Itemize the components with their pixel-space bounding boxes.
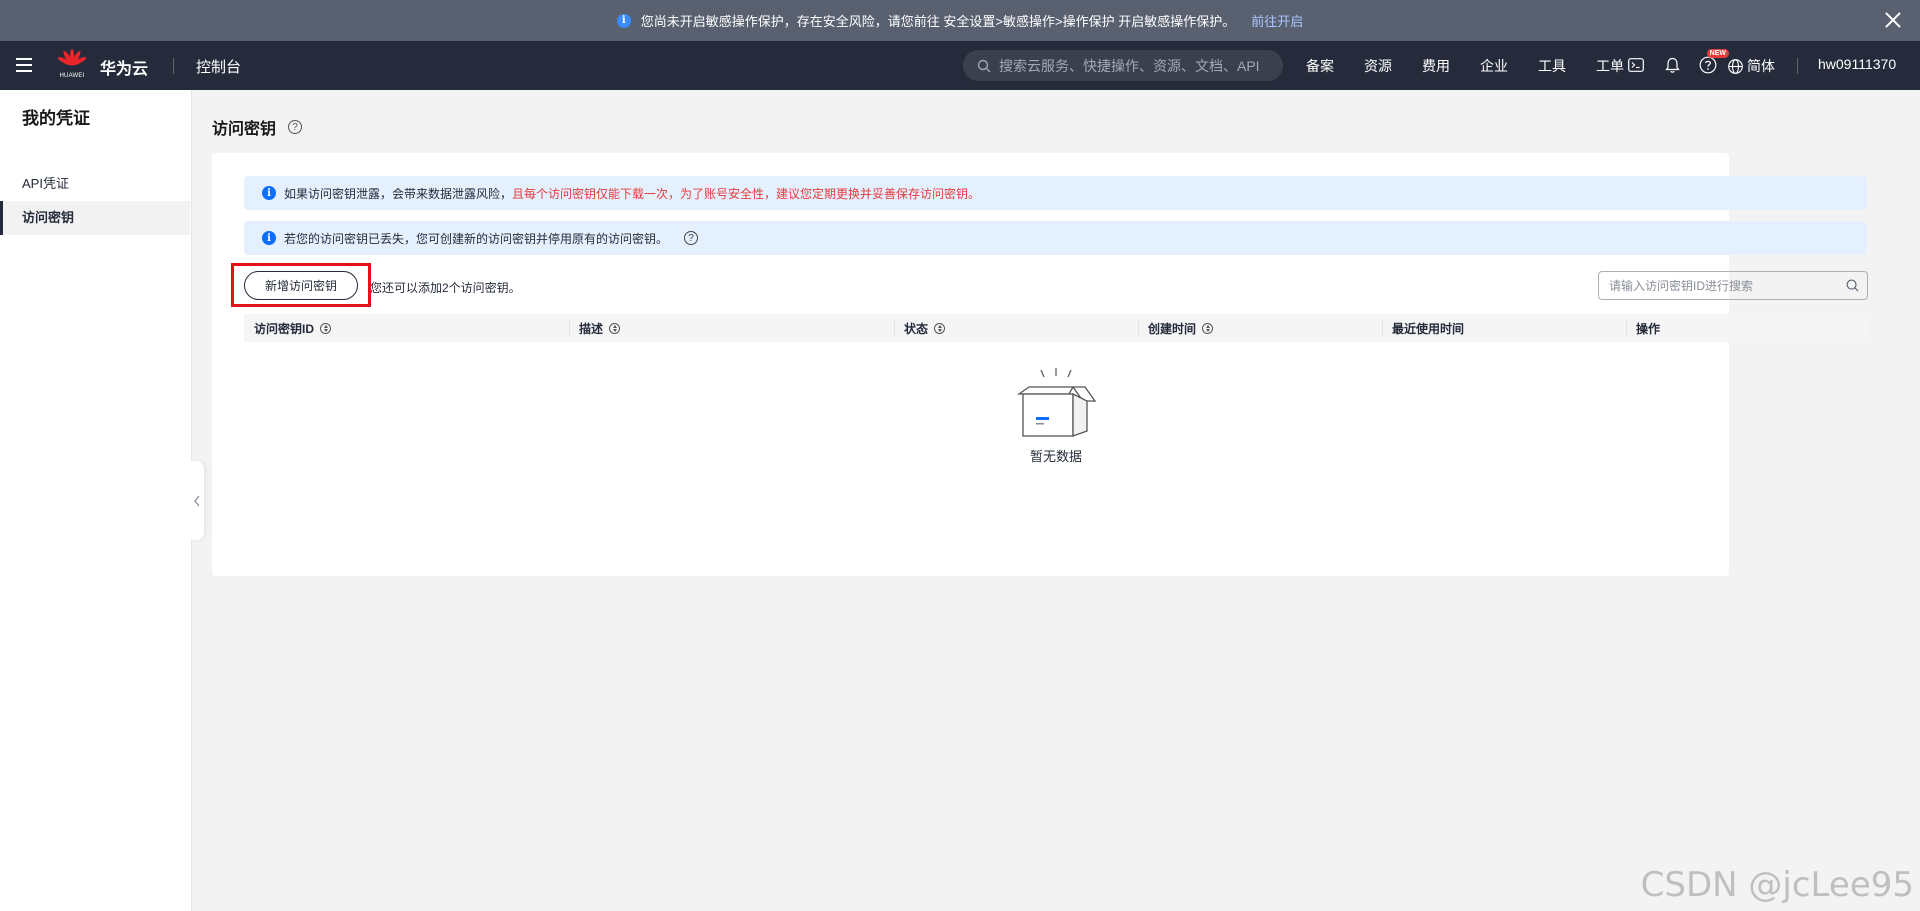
column-status[interactable]: 状态 — [894, 314, 1138, 342]
nav-menu: 备案 资源 费用 企业 工具 工单 — [1306, 56, 1654, 76]
nav-divider — [1797, 58, 1798, 74]
nav-icon-group: NEW — [1618, 49, 1729, 76]
column-description[interactable]: 描述 — [569, 314, 894, 342]
alert-leak-text: 如果访问密钥泄露，会带来数据泄露风险， — [284, 186, 513, 201]
notice-text: 您尚未开启敏感操作保护，存在安全风险，请您前往 安全设置>敏感操作>操作保护 开… — [640, 14, 1236, 29]
empty-state: 暂无数据 — [1012, 367, 1100, 465]
access-key-search-input[interactable] — [1609, 278, 1829, 293]
help-icon[interactable]: ? — [684, 231, 699, 245]
access-keys-card: i 如果访问密钥泄露，会带来数据泄露风险， 且每个访问密钥仅能下载一次，为了账号… — [212, 153, 1868, 576]
column-access-key-id[interactable]: 访问密钥ID — [244, 314, 569, 342]
chevron-left-icon — [193, 495, 200, 506]
page-title-text: 访问密钥 — [212, 121, 277, 138]
terminal-icon[interactable] — [1618, 54, 1654, 76]
sort-icon[interactable] — [609, 322, 621, 334]
table-header: 访问密钥ID 描述 状态 创建时间 最近使用时间 操作 — [244, 314, 1867, 342]
sort-icon[interactable] — [320, 322, 332, 334]
console-link[interactable]: 控制台 — [196, 56, 241, 77]
info-icon: i — [262, 186, 276, 200]
alert-leak-danger-text: 且每个访问密钥仅能下载一次，为了账号安全性，建议您定期更换并妥善保存访问密钥。 — [512, 186, 981, 201]
column-label: 最近使用时间 — [1392, 321, 1465, 336]
global-search-placeholder: 搜索云服务、快捷操作、资源、文档、API — [999, 57, 1260, 74]
globe-icon — [1728, 58, 1743, 74]
search-icon[interactable] — [1846, 279, 1859, 292]
sidebar-title: 我的凭证 — [22, 109, 90, 128]
column-label: 访问密钥ID — [254, 321, 315, 336]
menu-icon[interactable] — [16, 58, 32, 72]
search-icon — [977, 59, 991, 72]
huawei-petal-icon — [57, 49, 87, 66]
alert-leak-warning: i 如果访问密钥泄露，会带来数据泄露风险， 且每个访问密钥仅能下载一次，为了账号… — [244, 176, 1867, 210]
column-label: 描述 — [579, 321, 604, 336]
global-search[interactable]: 搜索云服务、快捷操作、资源、文档、API — [963, 50, 1283, 81]
nav-item-tools[interactable]: 工具 — [1538, 56, 1566, 76]
column-label: 创建时间 — [1148, 321, 1197, 336]
empty-state-text: 暂无数据 — [1029, 449, 1082, 464]
sidebar-item-api-credentials[interactable]: API凭证 — [0, 167, 190, 201]
help-icon[interactable]: ? — [288, 120, 303, 134]
nav-item-enterprise[interactable]: 企业 — [1480, 56, 1508, 76]
alert-lost-key: i 若您的访问密钥已丢失，您可创建新的访问密钥并停用原有的访问密钥。 ? — [244, 221, 1867, 255]
nav-divider — [173, 58, 174, 74]
sidebar-item-access-keys[interactable]: 访问密钥 — [0, 201, 190, 235]
nav-item-billing[interactable]: 费用 — [1422, 56, 1450, 76]
empty-box-icon — [1016, 368, 1097, 437]
sidebar-collapse-handle[interactable] — [189, 461, 204, 540]
language-label: 简体 — [1747, 58, 1775, 74]
notice-enable-link[interactable]: 前往开启 — [1251, 11, 1303, 30]
column-actions: 操作 — [1626, 314, 1867, 342]
top-navigation: HUAWEI 华为云 控制台 搜索云服务、快捷操作、资源、文档、API 备案 资… — [0, 41, 1920, 90]
sort-icon[interactable] — [934, 322, 946, 334]
watermark: CSDN @jcLee95 — [1640, 865, 1914, 905]
highlight-annotation — [231, 263, 371, 307]
access-key-search[interactable] — [1598, 271, 1868, 300]
sort-icon[interactable] — [1202, 322, 1214, 334]
notice-bar: i 您尚未开启敏感操作保护，存在安全风险，请您前往 安全设置>敏感操作>操作保护… — [0, 0, 1920, 41]
help-icon[interactable]: NEW — [1690, 49, 1729, 76]
page-title: 访问密钥 ? — [212, 115, 303, 139]
info-icon: i — [616, 13, 631, 28]
close-icon[interactable] — [1882, 9, 1904, 31]
language-switcher[interactable]: 简体 — [1728, 56, 1775, 76]
new-badge: NEW — [1706, 49, 1729, 58]
nav-item-resources[interactable]: 资源 — [1364, 56, 1392, 76]
nav-item-filing[interactable]: 备案 — [1306, 56, 1334, 76]
huawei-logo[interactable]: HUAWEI — [57, 49, 87, 83]
alert-lost-text: 若您的访问密钥已丢失，您可创建新的访问密钥并停用原有的访问密钥。 — [284, 231, 669, 246]
user-account[interactable]: hw09111370 — [1818, 56, 1896, 72]
bell-icon[interactable] — [1654, 54, 1690, 76]
remaining-keys-text: 您还可以添加2个访问密钥。 — [370, 281, 521, 295]
brand-name[interactable]: 华为云 — [100, 55, 148, 79]
column-label: 状态 — [904, 321, 929, 336]
column-last-used-time: 最近使用时间 — [1382, 314, 1626, 342]
sidebar: 我的凭证 API凭证 访问密钥 — [0, 90, 192, 911]
column-label: 操作 — [1636, 321, 1661, 336]
logo-text: HUAWEI — [59, 73, 85, 79]
column-created-time[interactable]: 创建时间 — [1138, 314, 1382, 342]
info-icon: i — [262, 231, 276, 245]
